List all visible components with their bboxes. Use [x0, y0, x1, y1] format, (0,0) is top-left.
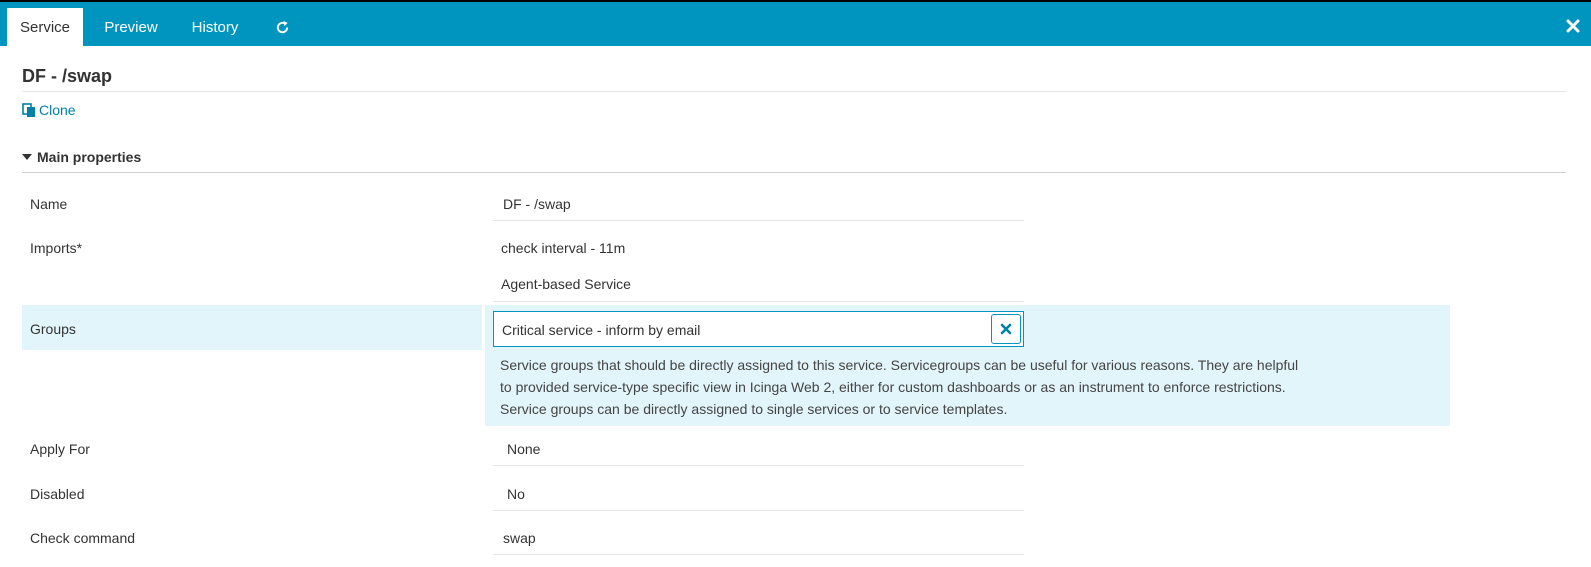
- remove-group-button[interactable]: [991, 314, 1021, 344]
- title-divider: [22, 91, 1566, 92]
- name-label: Name: [30, 196, 68, 212]
- tab-history[interactable]: History: [179, 8, 251, 48]
- imports-label: Imports*: [30, 240, 83, 256]
- groups-label: Groups: [30, 321, 76, 337]
- apply-for-label: Apply For: [30, 441, 90, 457]
- remove-icon: [1000, 323, 1012, 335]
- refresh-icon: [276, 20, 288, 34]
- tab-service[interactable]: Service: [7, 8, 83, 48]
- imports-field-underline: [493, 301, 1024, 302]
- name-field[interactable]: DF - /swap: [503, 196, 571, 212]
- section-title: Main properties: [37, 149, 142, 165]
- main-properties-toggle[interactable]: Main properties: [22, 149, 141, 165]
- page-title: DF - /swap: [22, 66, 113, 86]
- groups-input[interactable]: Critical service - inform by email: [493, 311, 1024, 347]
- check-command-field[interactable]: swap: [503, 530, 536, 546]
- tab-preview[interactable]: Preview: [91, 8, 171, 48]
- copy-icon: [22, 102, 35, 117]
- groups-description: Service groups that should be directly a…: [500, 357, 1299, 417]
- caret-down-icon: [22, 154, 32, 160]
- close-icon: [1566, 19, 1580, 33]
- disabled-label: Disabled: [30, 486, 85, 502]
- groups-value: Critical service - inform by email: [502, 322, 701, 338]
- imports-item[interactable]: check interval - 11m: [501, 240, 625, 256]
- section-divider: [22, 172, 1566, 173]
- imports-item[interactable]: Agent-based Service: [501, 276, 631, 292]
- refresh-button[interactable]: [262, 8, 302, 48]
- disabled-underline: [493, 510, 1024, 511]
- disabled-select[interactable]: No: [507, 486, 525, 502]
- close-button[interactable]: [1565, 18, 1581, 34]
- clone-label: Clone: [39, 102, 76, 118]
- check-command-label: Check command: [30, 530, 136, 546]
- name-field-underline: [493, 220, 1024, 221]
- apply-for-underline: [493, 465, 1024, 466]
- clone-link[interactable]: Clone: [22, 101, 76, 119]
- groups-label-highlight: [22, 305, 482, 350]
- check-command-underline: [493, 554, 1024, 555]
- tab-bar: Service Preview History: [0, 0, 1591, 48]
- apply-for-select[interactable]: None: [507, 441, 540, 457]
